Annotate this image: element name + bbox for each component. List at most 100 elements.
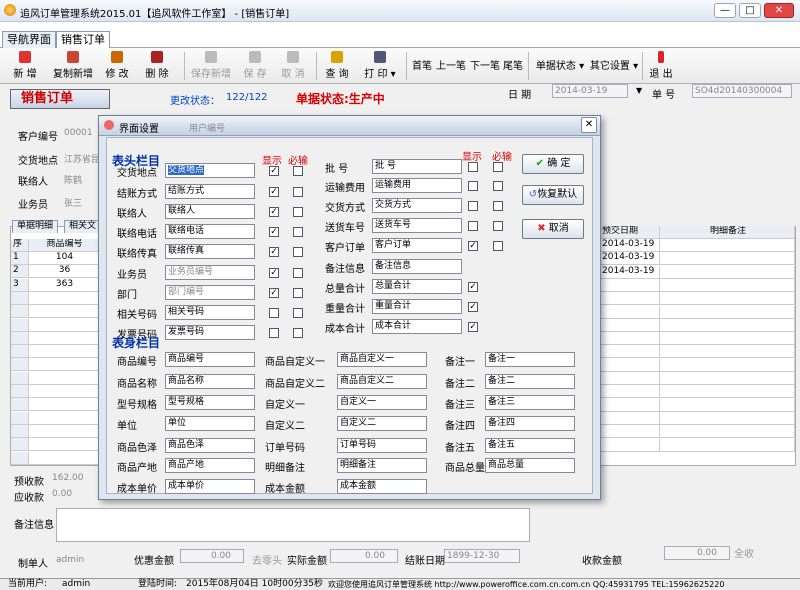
table-cell-due[interactable] [600,332,660,346]
body-field-input[interactable]: 自定义二 [337,416,427,431]
table-cell-due[interactable]: 2014-03-19 [600,265,660,279]
other-settings-menu[interactable]: 其它设置 ▾ [588,57,640,72]
last-record-button[interactable]: 尾笔 [502,57,524,72]
table-cell-due[interactable] [600,372,660,385]
table-cell-due[interactable] [600,292,660,306]
body-field-input[interactable]: 商品自定义一 [337,352,427,367]
table-cell-remark[interactable] [660,252,795,266]
table-cell-code[interactable]: 104 [29,252,99,265]
tab-related[interactable]: 相关文 [64,220,102,233]
required-checkbox[interactable] [493,221,503,231]
body-field-input[interactable]: 商品色泽 [165,438,255,453]
delete-button[interactable]: 删 除 [140,51,174,80]
body-field-input[interactable]: 备注五 [485,438,575,453]
body-field-input[interactable]: 商品编号 [165,352,255,367]
head-field-input[interactable]: 部门编号 [165,285,255,300]
required-checkbox[interactable] [293,187,303,197]
maximize-button[interactable]: □ [739,3,761,18]
contact-value[interactable]: 陈鹤 [64,173,82,186]
prev-record-button[interactable]: 上一笔 [436,57,466,72]
cancel-button[interactable]: 取 消 [276,51,310,80]
table-cell-remark[interactable] [660,398,795,412]
body-field-input[interactable]: 成本单价 [165,479,255,494]
table-cell-remark[interactable] [660,292,795,306]
table-cell-remark[interactable] [660,372,795,385]
table-cell-code[interactable] [29,411,99,425]
close-button[interactable]: ✕ [764,3,794,18]
print-button[interactable]: 打 印 ▾ [360,51,400,80]
required-checkbox[interactable] [293,308,303,318]
table-cell-code[interactable] [29,371,99,385]
salesman-value[interactable]: 张三 [64,196,82,209]
copy-new-button[interactable]: 复制新增 [52,51,94,80]
edit-button[interactable]: 修 改 [102,51,132,80]
head-field-input[interactable]: 联络电话 [165,224,255,239]
head-field-input[interactable]: 相关号码 [165,305,255,320]
table-cell-due[interactable] [600,278,660,292]
order-number-field[interactable]: SO4d20140300004 [692,84,792,98]
body-field-input[interactable]: 商品总量 [485,458,575,473]
required-checkbox[interactable] [293,328,303,338]
table-cell-due[interactable] [600,438,660,452]
show-checkbox[interactable]: ✓ [468,302,478,312]
show-checkbox[interactable]: ✓ [269,227,279,237]
head-field-input[interactable]: 总量合计 [372,279,462,294]
head-field-input[interactable]: 批 号 [372,159,462,174]
required-checkbox[interactable] [293,247,303,257]
table-cell-code[interactable] [29,451,99,465]
query-button[interactable]: 查 询 [322,51,352,80]
table-cell-due[interactable] [600,411,660,425]
table-cell-remark[interactable] [660,345,795,359]
show-checkbox[interactable]: ✓ [269,187,279,197]
head-field-input[interactable]: 重量合计 [372,299,462,314]
table-cell-remark[interactable] [660,332,795,346]
required-checkbox[interactable] [493,241,503,251]
table-cell-due[interactable]: 2014-03-19 [600,252,660,266]
body-field-input[interactable]: 备注四 [485,416,575,431]
head-field-input[interactable]: 结账方式 [165,184,255,199]
show-checkbox[interactable]: ✓ [468,241,478,251]
tab-detail[interactable]: 单据明细 [12,220,59,233]
table-cell-due[interactable]: 2014-03-19 [600,239,660,252]
delivery-value[interactable]: 江苏省昆 [64,152,100,165]
exit-button[interactable]: 退 出 [646,51,676,80]
head-field-input[interactable]: 运输费用 [372,178,462,193]
tab-navigation[interactable]: 导航界面 [2,31,56,48]
required-checkbox[interactable] [293,166,303,176]
table-cell-due[interactable] [600,398,660,412]
actual-field[interactable]: 0.00 [330,549,398,563]
table-cell-code[interactable]: 363 [29,278,99,292]
head-field-input[interactable]: 送货车号 [372,218,462,233]
table-cell-remark[interactable] [660,278,795,292]
table-cell-remark[interactable] [660,425,795,439]
table-cell-code[interactable] [29,398,99,412]
head-field-input[interactable]: 联络人 [165,204,255,219]
table-cell-code[interactable] [29,385,99,398]
ok-button[interactable]: ✔ 确 定 [522,154,584,174]
table-cell-due[interactable] [600,385,660,399]
date-field[interactable]: 2014-03-19 [552,84,628,98]
body-field-input[interactable]: 订单号码 [337,438,427,453]
head-field-input[interactable]: 成本合计 [372,319,462,334]
required-checkbox[interactable] [493,162,503,172]
minimize-button[interactable]: — [714,3,736,18]
table-cell-code[interactable] [29,305,99,319]
collect-field[interactable]: 0.00 [664,546,730,560]
body-field-input[interactable]: 型号规格 [165,395,255,410]
required-checkbox[interactable] [293,288,303,298]
table-cell-due[interactable] [600,318,660,332]
settle-field[interactable]: 1899-12-30 [444,549,520,563]
next-record-button[interactable]: 下一笔 [470,57,500,72]
show-checkbox[interactable]: ✓ [269,288,279,298]
table-cell-code[interactable]: 36 [29,265,99,279]
show-checkbox[interactable]: ✓ [269,247,279,257]
show-checkbox[interactable]: ✓ [269,207,279,217]
dialog-close-button[interactable]: ✕ [581,117,597,133]
show-checkbox[interactable] [468,221,478,231]
body-field-input[interactable]: 自定义一 [337,395,427,410]
body-field-input[interactable]: 商品产地 [165,458,255,473]
head-field-input[interactable]: 发票号码 [165,325,255,340]
show-checkbox[interactable]: ✓ [269,268,279,278]
table-cell-code[interactable] [29,358,99,372]
body-field-input[interactable]: 备注二 [485,374,575,389]
